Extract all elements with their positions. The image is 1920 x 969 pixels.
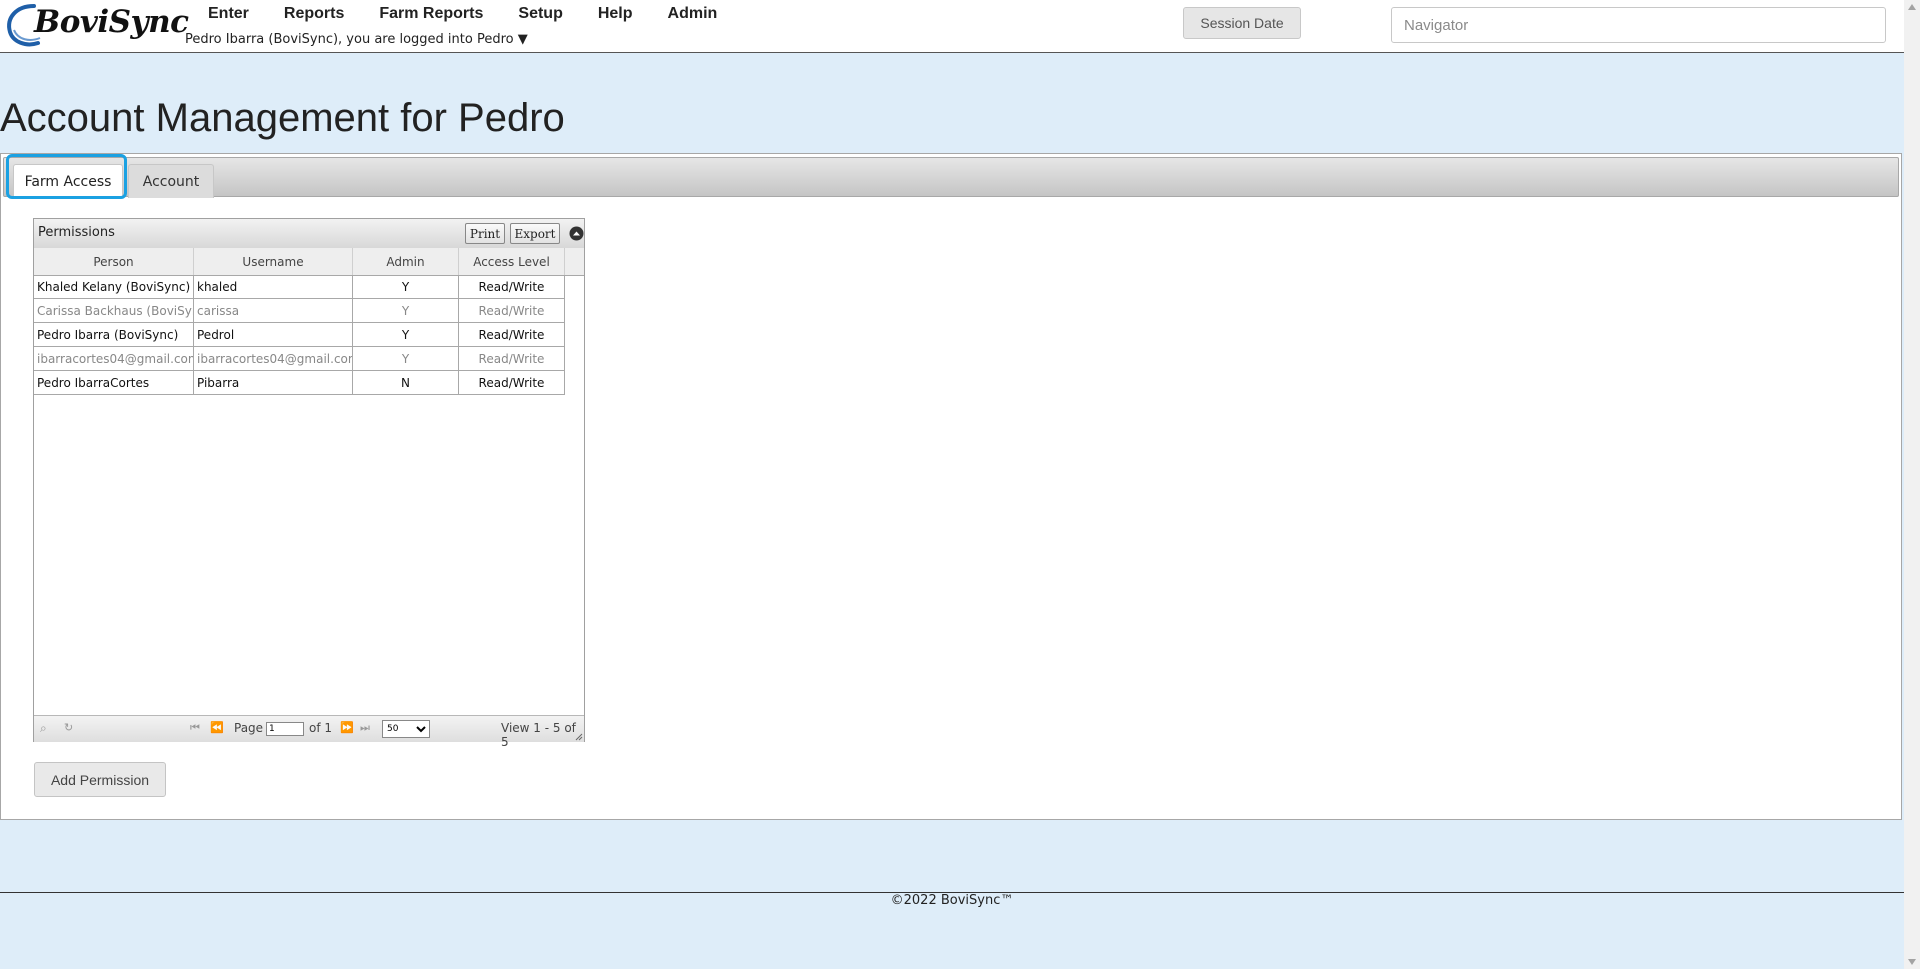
table-row[interactable]: Pedro Ibarra (BoviSync) Pedrol Y Read/Wr… — [34, 323, 565, 347]
refresh-icon[interactable]: ↻ — [64, 721, 73, 734]
tab-farm-access[interactable]: Farm Access — [13, 164, 123, 198]
page-count-label: of 1 — [309, 721, 333, 735]
navigator-input[interactable] — [1391, 7, 1886, 43]
grid-body: Khaled Kelany (BoviSync) khaled Y Read/W… — [34, 275, 565, 395]
first-page-icon[interactable]: ⏮ — [190, 721, 200, 735]
bovisync-logo[interactable]: BoviSync — [4, 0, 189, 50]
add-permission-button[interactable]: Add Permission — [34, 762, 166, 797]
cell-username: khaled — [194, 275, 353, 298]
collapse-icon[interactable] — [569, 226, 584, 241]
scroll-up-icon[interactable] — [1908, 4, 1916, 10]
column-header-person[interactable]: Person — [34, 248, 194, 275]
page-label: Page — [234, 721, 264, 735]
nav-setup[interactable]: Setup — [506, 4, 574, 24]
table-row[interactable]: Pedro IbarraCortes Pibarra N Read/Write — [34, 371, 565, 395]
last-page-icon[interactable]: ⏭ — [360, 721, 370, 735]
cell-person: Pedro Ibarra (BoviSync) — [34, 323, 194, 346]
nav-reports[interactable]: Reports — [272, 4, 356, 24]
cell-access-level: Read/Write — [459, 323, 565, 346]
page-title: Account Management for Pedro — [0, 96, 565, 140]
table-row[interactable]: Carissa Backhaus (BoviSync) carissa Y Re… — [34, 299, 565, 323]
cell-username: Pibarra — [194, 371, 353, 394]
cell-access-level: Read/Write — [459, 275, 565, 298]
cell-admin: N — [353, 371, 459, 394]
column-header-username[interactable]: Username — [194, 248, 353, 275]
rows-per-page-select[interactable]: 50 — [382, 720, 430, 738]
cell-access-level: Read/Write — [459, 347, 565, 370]
nav-farm-reports[interactable]: Farm Reports — [367, 4, 495, 24]
grid-pager: ⌕ ↻ ⏮ ⏪ Page of 1 ⏩ ⏭ 50 View 1 - 5 of 5 — [34, 715, 584, 749]
tab-account[interactable]: Account — [128, 164, 214, 198]
cell-username: ibarracortes04@gmail.com — [194, 347, 353, 370]
grid-header-row: Person Username Admin Access Level — [34, 248, 584, 276]
cell-person: Khaled Kelany (BoviSync) — [34, 275, 194, 298]
cell-person: Pedro IbarraCortes — [34, 371, 194, 394]
logo-text: BoviSync — [34, 4, 189, 40]
search-icon[interactable]: ⌕ — [40, 721, 47, 736]
cell-admin: Y — [353, 299, 459, 322]
resize-grip-icon[interactable] — [575, 733, 583, 741]
cell-access-level: Read/Write — [459, 299, 565, 322]
page-scrollbar[interactable] — [1904, 0, 1920, 969]
column-header-access-level[interactable]: Access Level — [459, 248, 565, 275]
cell-admin: Y — [353, 275, 459, 298]
next-page-icon[interactable]: ⏩ — [340, 721, 354, 734]
account-panel: Farm Access Account Permissions Print Ex… — [0, 153, 1902, 820]
cell-person: Carissa Backhaus (BoviSync) — [34, 299, 194, 322]
tab-bar: Farm Access Account — [3, 157, 1899, 198]
table-row[interactable]: ibarracortes04@gmail.com ibarracortes04@… — [34, 347, 565, 371]
export-button[interactable]: Export — [510, 223, 560, 244]
prev-page-icon[interactable]: ⏪ — [210, 721, 224, 734]
cell-username: carissa — [194, 299, 353, 322]
main-nav: Enter Reports Farm Reports Setup Help Ad… — [196, 4, 740, 24]
column-header-admin[interactable]: Admin — [353, 248, 459, 275]
cell-person: ibarracortes04@gmail.com — [34, 347, 194, 370]
nav-admin[interactable]: Admin — [656, 4, 730, 24]
nav-help[interactable]: Help — [586, 4, 645, 24]
grid-caption: Permissions Print Export — [34, 219, 584, 249]
cell-username: Pedrol — [194, 323, 353, 346]
top-bar: BoviSync Enter Reports Farm Reports Setu… — [0, 0, 1904, 53]
print-button[interactable]: Print — [465, 223, 505, 244]
session-date-button[interactable]: Session Date — [1183, 7, 1301, 39]
scroll-down-icon[interactable] — [1908, 959, 1916, 965]
page-number-input[interactable] — [266, 722, 304, 736]
view-records-label: View 1 - 5 of 5 — [501, 721, 576, 749]
footer-copyright: ©2022 BoviSync™ — [890, 893, 1014, 908]
permissions-grid: Permissions Print Export Person Username… — [33, 218, 585, 749]
nav-enter[interactable]: Enter — [196, 4, 261, 24]
cell-admin: Y — [353, 323, 459, 346]
cell-access-level: Read/Write — [459, 371, 565, 394]
table-row[interactable]: Khaled Kelany (BoviSync) khaled Y Read/W… — [34, 275, 565, 299]
grid-title: Permissions — [38, 225, 115, 240]
cell-admin: Y — [353, 347, 459, 370]
logged-in-farm-dropdown[interactable]: Pedro Ibarra (BoviSync), you are logged … — [185, 32, 528, 47]
